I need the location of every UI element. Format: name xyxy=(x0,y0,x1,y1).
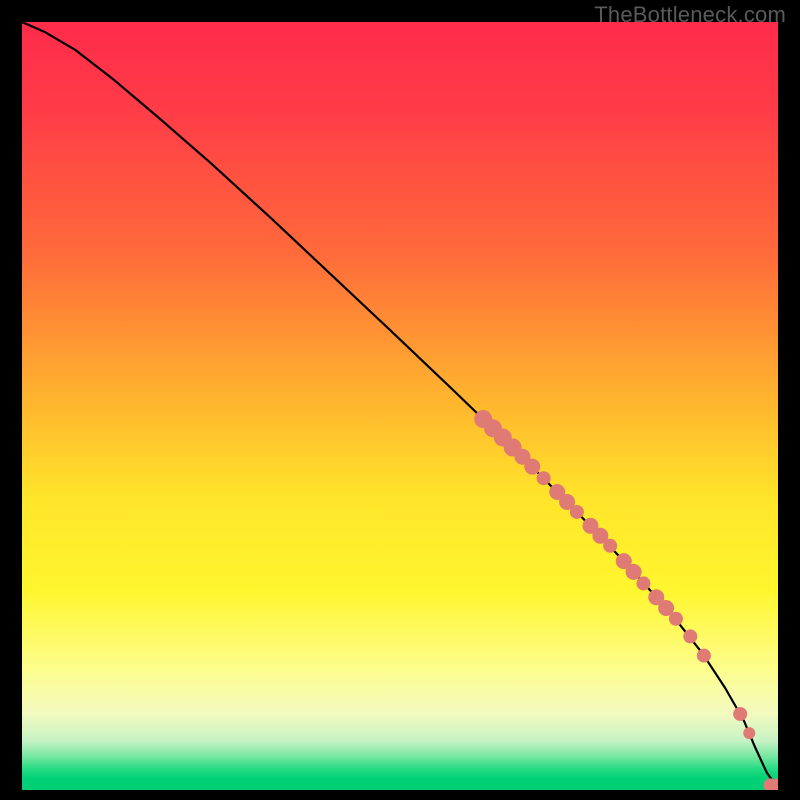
marker-point xyxy=(626,564,642,580)
gradient-background xyxy=(22,22,778,790)
marker-point xyxy=(537,471,551,485)
watermark-text: TheBottleneck.com xyxy=(594,2,786,28)
marker-point xyxy=(683,629,697,643)
marker-point xyxy=(743,727,755,739)
marker-point xyxy=(636,576,650,590)
marker-point xyxy=(524,459,540,475)
marker-point xyxy=(733,707,747,721)
chart-stage: TheBottleneck.com xyxy=(0,0,800,800)
chart-svg xyxy=(22,22,778,790)
marker-point xyxy=(603,539,617,553)
plot-area xyxy=(22,22,778,790)
marker-point xyxy=(570,505,584,519)
marker-point xyxy=(669,612,683,626)
marker-point xyxy=(697,649,711,663)
